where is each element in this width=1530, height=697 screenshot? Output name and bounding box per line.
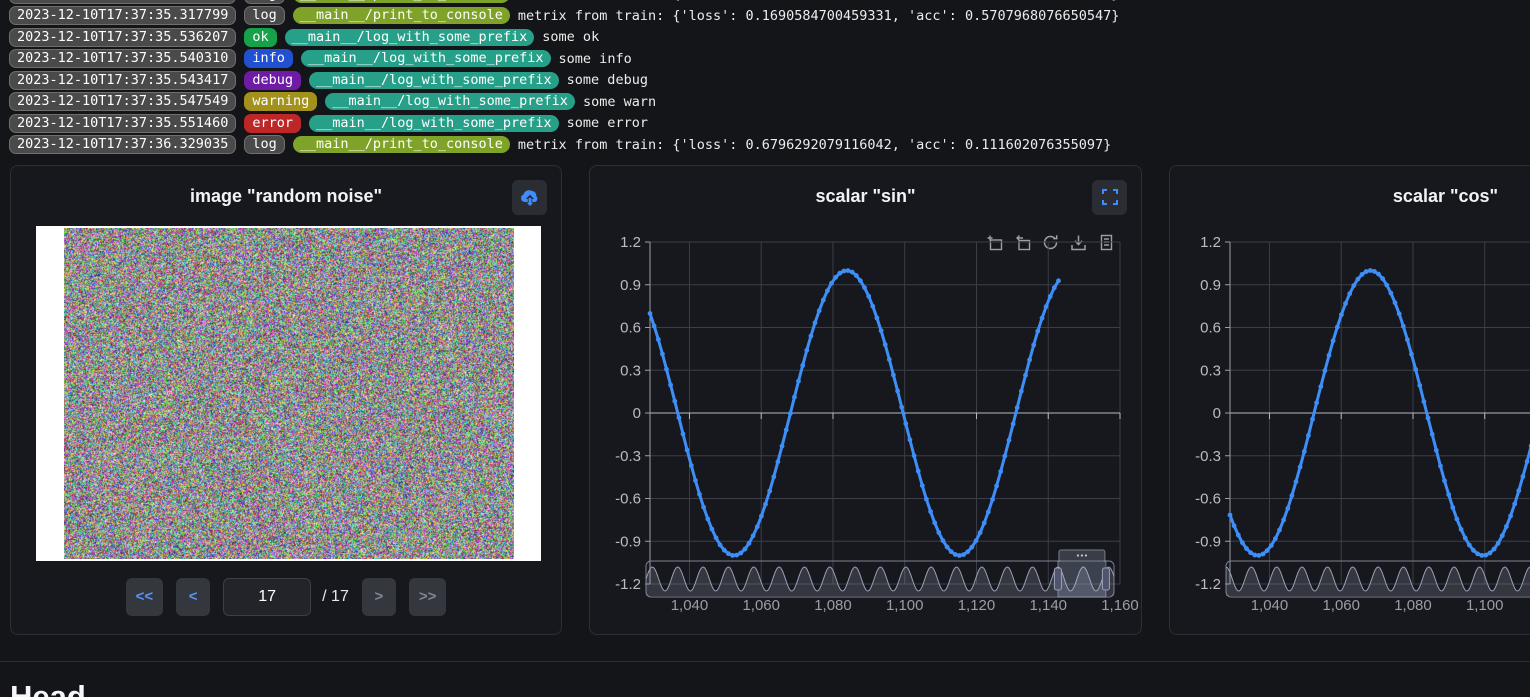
svg-text:1,080: 1,080: [814, 597, 852, 614]
svg-text:1,160: 1,160: [1101, 597, 1139, 614]
console-row: 2023-12-10T17:37:35.547549 warning __mai…: [9, 91, 1530, 113]
log-message: some ok: [542, 29, 599, 45]
logger-badge: __main__/log_with_some_prefix: [325, 93, 575, 110]
image-frame: [36, 226, 541, 561]
card-title: scalar "sin": [590, 186, 1141, 207]
console-row: 2023-12-10T17:37:35.317799 log __main__/…: [9, 0, 1119, 5]
level-badge: debug: [244, 71, 301, 90]
svg-text:0.6: 0.6: [1200, 319, 1221, 336]
svg-text:1,140: 1,140: [1029, 597, 1067, 614]
random-noise-image: [64, 228, 514, 559]
svg-text:-1.2: -1.2: [1195, 576, 1221, 593]
log-console: 2023-12-10T17:37:35.317799 log __main__/…: [0, 0, 1530, 156]
fullscreen-icon: [1101, 188, 1119, 206]
download-image-button[interactable]: [512, 180, 547, 215]
svg-text:1,100: 1,100: [886, 597, 924, 614]
logger-badge: __main__/log_with_some_prefix: [301, 50, 551, 67]
datazoom-left-handle[interactable]: [1054, 568, 1061, 590]
console-row: 2023-12-10T17:37:35.543417 debug __main_…: [9, 70, 1530, 92]
svg-text:-1.2: -1.2: [615, 576, 641, 593]
logger-badge: __main__/print_to_console: [293, 0, 510, 3]
card-title: scalar "cos": [1170, 186, 1530, 207]
svg-text:1.2: 1.2: [620, 234, 641, 251]
timestamp-badge: 2023-12-10T17:37:35.540310: [9, 49, 236, 68]
logger-badge: __main__/print_to_console: [293, 7, 510, 24]
level-badge: log: [244, 0, 284, 4]
level-badge: ok: [244, 28, 276, 47]
log-message: metrix from train: {'loss': 0.1690584700…: [518, 8, 1119, 24]
timestamp-badge: 2023-12-10T17:37:35.536207: [9, 28, 236, 47]
svg-text:1,100: 1,100: [1466, 597, 1504, 614]
cards-row: image "random noise" << < / 17 > >> scal…: [10, 165, 1530, 635]
fullscreen-button[interactable]: [1092, 180, 1127, 215]
prev-page-button[interactable]: <: [176, 578, 210, 616]
cos-chart: 1.2 0.9 0.6 0.3 0 -0.3 -0.6 -0.9 -1.2 1,040 1,060 1…: [1170, 222, 1530, 626]
logger-badge: __main__/log_with_some_prefix: [309, 115, 559, 132]
level-badge: info: [244, 49, 293, 68]
svg-text:0: 0: [1213, 405, 1221, 422]
svg-text:0.3: 0.3: [1200, 362, 1221, 379]
svg-text:1,060: 1,060: [742, 597, 780, 614]
logger-badge: __main__/print_to_console: [293, 136, 510, 153]
image-pagination: << < / 17 > >>: [11, 578, 561, 616]
log-message: some debug: [567, 72, 648, 88]
datazoom-right-handle[interactable]: [1102, 568, 1109, 590]
svg-text:1,040: 1,040: [671, 597, 709, 614]
first-page-button[interactable]: <<: [126, 578, 164, 616]
svg-text:0: 0: [633, 405, 641, 422]
image-card: image "random noise" << < / 17 > >>: [10, 165, 562, 635]
svg-text:-0.6: -0.6: [615, 490, 641, 507]
timestamp-badge: 2023-12-10T17:37:36.329035: [9, 135, 236, 154]
datazoom-window[interactable]: [1058, 561, 1106, 597]
page-total-label: / 17: [322, 588, 349, 606]
timestamp-badge: 2023-12-10T17:37:35.547549: [9, 92, 236, 111]
card-title: image "random noise": [11, 186, 561, 207]
console-row: 2023-12-10T17:37:35.317799 log __main__/…: [9, 5, 1530, 27]
svg-text:-0.9: -0.9: [1195, 533, 1221, 550]
clipped-heading-container: Head: [10, 680, 1530, 697]
level-badge: log: [244, 6, 284, 25]
log-message: metrix from train: {'loss': 0.1690584700…: [518, 0, 1119, 2]
log-message: metrix from train: {'loss': 0.6796292079…: [518, 137, 1111, 153]
svg-text:1,120: 1,120: [958, 597, 996, 614]
log-message: some info: [559, 51, 632, 67]
level-badge: log: [244, 135, 284, 154]
timestamp-badge: 2023-12-10T17:37:35.317799: [9, 0, 236, 4]
svg-text:-0.3: -0.3: [615, 447, 641, 464]
logger-badge: __main__/log_with_some_prefix: [309, 72, 559, 89]
timestamp-badge: 2023-12-10T17:37:35.551460: [9, 114, 236, 133]
log-message: some warn: [583, 94, 656, 110]
cos-chart-card: scalar "cos": [1169, 165, 1530, 635]
log-message: some error: [567, 115, 648, 131]
page-number-input[interactable]: [223, 578, 311, 616]
timestamp-badge: 2023-12-10T17:37:35.543417: [9, 71, 236, 90]
svg-text:-0.6: -0.6: [1195, 490, 1221, 507]
sin-chart-card: scalar "sin": [589, 165, 1142, 635]
logger-badge: __main__/log_with_some_prefix: [285, 29, 535, 46]
timestamp-badge: 2023-12-10T17:37:35.317799: [9, 6, 236, 25]
svg-text:0.6: 0.6: [620, 319, 641, 336]
cloud-download-icon: [520, 189, 540, 206]
svg-text:0.9: 0.9: [620, 276, 641, 293]
next-page-button[interactable]: >: [362, 578, 396, 616]
sin-chart: 1.2 0.9 0.6 0.3 0 -0.3 -0.6 -0.9 -1.2 1,040 1,060 1…: [590, 222, 1143, 626]
svg-text:1,040: 1,040: [1251, 597, 1289, 614]
svg-text:1,080: 1,080: [1394, 597, 1432, 614]
footer-section: Head: [0, 662, 1530, 697]
last-page-button[interactable]: >>: [409, 578, 447, 616]
svg-text:-0.3: -0.3: [1195, 447, 1221, 464]
svg-text:0.3: 0.3: [620, 362, 641, 379]
level-badge: warning: [244, 92, 317, 111]
console-row: 2023-12-10T17:37:36.329035 log __main__/…: [9, 134, 1530, 156]
console-row: 2023-12-10T17:37:35.540310 info __main__…: [9, 48, 1530, 70]
svg-text:1,060: 1,060: [1322, 597, 1360, 614]
console-row: 2023-12-10T17:37:35.536207 ok __main__/l…: [9, 27, 1530, 49]
svg-text:0.9: 0.9: [1200, 276, 1221, 293]
section-heading: Head: [10, 680, 1530, 697]
level-badge: error: [244, 114, 301, 133]
svg-text:-0.9: -0.9: [615, 533, 641, 550]
console-row: 2023-12-10T17:37:35.551460 error __main_…: [9, 113, 1530, 135]
svg-text:1.2: 1.2: [1200, 234, 1221, 251]
